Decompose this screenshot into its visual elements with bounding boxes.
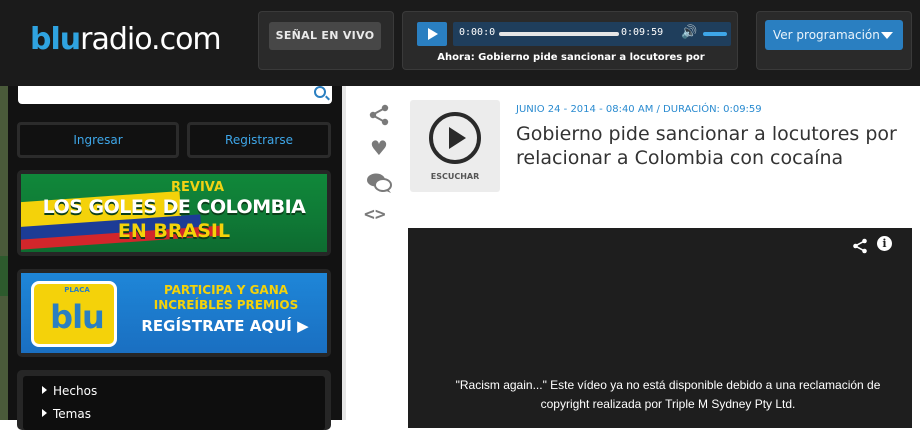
info-icon[interactable]: i <box>877 236 892 251</box>
banner-goles-frame: REVIVA LOS GOLES DE COLOMBIA EN BRASIL <box>17 170 331 256</box>
sidebar-item-hechos[interactable]: Hechos <box>42 384 97 398</box>
sidebar-item-label: Hechos <box>53 384 98 398</box>
logo-prefix: blu <box>30 22 81 57</box>
search-input[interactable] <box>18 86 332 104</box>
programming-dropdown[interactable]: Ver programación <box>765 20 903 50</box>
banner-placa-cta[interactable]: REGÍSTRATE AQUÍ ▶ <box>125 317 325 335</box>
programming-panel: Ver programación <box>756 11 912 70</box>
programming-label: Ver programación <box>773 28 880 42</box>
site-logo[interactable]: bluradio.com <box>30 22 222 57</box>
main-content: ESCUCHAR JUNIO 24 - 2014 - 08:40 AM / DU… <box>408 86 920 428</box>
play-icon[interactable] <box>417 22 447 46</box>
volume-icon[interactable]: 🔊 <box>681 25 697 40</box>
register-button[interactable]: Registrarse <box>187 122 331 158</box>
banner-goles-line1: REVIVA <box>171 180 225 195</box>
sidebar-nav-frame <box>17 370 331 430</box>
chevron-down-icon <box>881 32 893 39</box>
sidebar: Ingresar Registrarse REVIVA LOS GOLES DE… <box>8 86 342 430</box>
listen-label: ESCUCHAR <box>430 172 480 181</box>
social-actions-column: ♥ <> <box>342 86 408 420</box>
logo-suffix: radio.com <box>80 22 222 57</box>
live-signal-button[interactable]: SEÑAL EN VIVO <box>269 22 381 50</box>
sidebar-item-label: Temas <box>53 407 91 421</box>
placa-label: PLACA <box>64 286 90 294</box>
page-title: Gobierno pide sancionar a locutores por … <box>516 123 897 169</box>
listen-button[interactable]: ESCUCHAR <box>410 100 500 192</box>
code-icon[interactable]: <> <box>364 204 386 225</box>
search-icon[interactable] <box>314 86 326 98</box>
live-signal-panel: SEÑAL EN VIVO <box>258 11 394 70</box>
left-edge-strip <box>0 86 8 420</box>
article-meta: JUNIO 24 - 2014 - 08:40 AM / DURACIÓN: 0… <box>516 104 762 115</box>
duration-time: 0:09:59 <box>621 27 664 38</box>
share-icon[interactable] <box>368 104 390 126</box>
sidebar-item-temas[interactable]: Temas <box>42 407 91 421</box>
banner-placa-line1: PARTICIPA Y GANA <box>163 283 289 297</box>
site-header: bluradio.com SEÑAL EN VIVO 0:00:0 0:09:5… <box>0 0 920 86</box>
progress-bar[interactable] <box>499 32 619 36</box>
now-playing-text: Ahora: Gobierno pide sancionar a locutor… <box>437 52 705 63</box>
heart-icon[interactable]: ♥ <box>370 136 388 160</box>
player-track: 0:00:0 0:09:59 🔊 <box>453 22 731 46</box>
audio-player: 0:00:0 0:09:59 🔊 Ahora: Gobierno pide sa… <box>402 11 738 70</box>
play-icon <box>429 112 481 164</box>
video-player[interactable]: i "Racism again..." Este vídeo ya no est… <box>408 228 912 428</box>
chevron-right-icon <box>42 409 47 417</box>
login-button[interactable]: Ingresar <box>17 122 179 158</box>
current-time: 0:00:0 <box>459 27 496 38</box>
chevron-right-icon <box>42 386 47 394</box>
volume-slider[interactable] <box>703 32 727 36</box>
banner-goles-line2: LOS GOLES DE COLOMBIA <box>42 196 306 218</box>
placa-blu-logo: PLACA blu <box>31 281 117 347</box>
share-icon[interactable] <box>852 238 868 254</box>
banner-placa-line2: INCREÍBLES PREMIOS <box>153 298 299 312</box>
banner-placa-blu[interactable]: PLACA blu PARTICIPA Y GANA INCREÍBLES PR… <box>21 273 327 353</box>
banner-goles-line3: EN BRASIL <box>117 220 231 242</box>
video-unavailable-message: "Racism again..." Este vídeo ya no está … <box>455 378 881 411</box>
banner-goles-colombia[interactable]: REVIVA LOS GOLES DE COLOMBIA EN BRASIL <box>21 174 327 252</box>
placa-blu-text: blu <box>50 298 105 336</box>
comment-icon[interactable] <box>366 172 392 194</box>
banner-placa-frame: PLACA blu PARTICIPA Y GANA INCREÍBLES PR… <box>17 269 331 357</box>
